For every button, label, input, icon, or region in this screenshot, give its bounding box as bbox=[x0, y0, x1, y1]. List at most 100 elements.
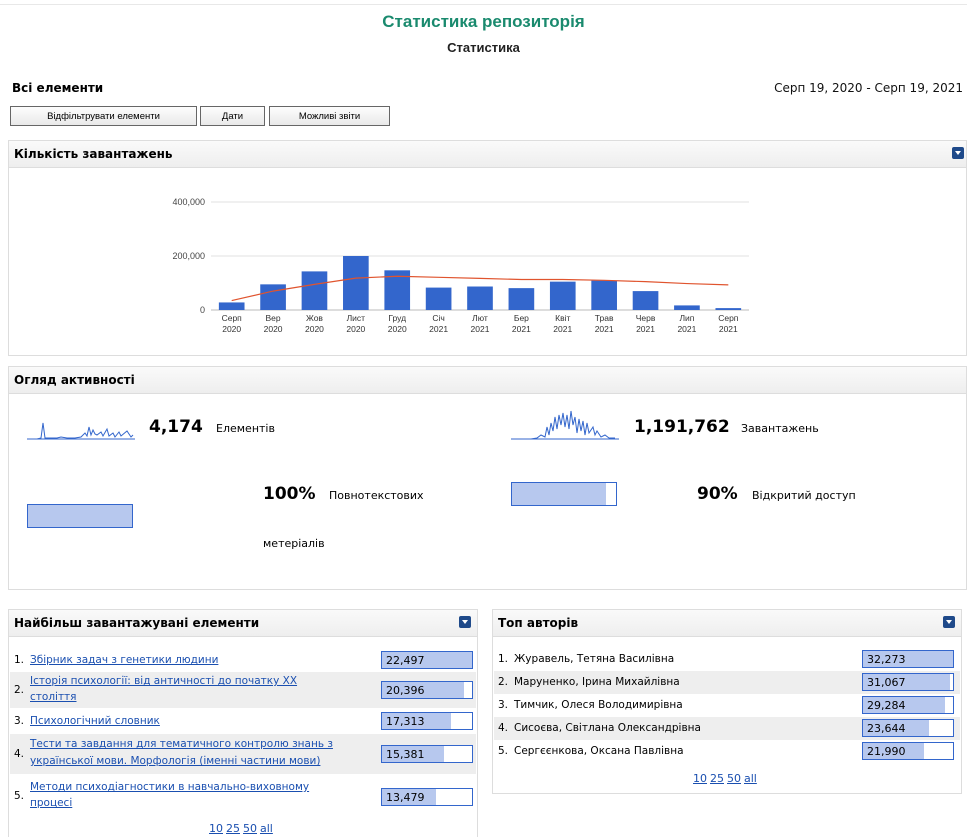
count-bar: 13,479 bbox=[381, 788, 473, 806]
downloads-label: Завантажень bbox=[741, 422, 819, 435]
downloads-panel-title: Кількість завантажень bbox=[14, 147, 173, 161]
downloads-panel: Кількість завантажень 0 200,000 400,000 Сер… bbox=[8, 140, 967, 356]
fulltext-label-cont: метеріалів bbox=[263, 537, 325, 550]
fulltext-progress-fill bbox=[28, 505, 132, 527]
count-bar: 21,990 bbox=[862, 742, 954, 760]
bar bbox=[218, 302, 245, 310]
open-access-label: Відкритий доступ bbox=[752, 489, 856, 502]
collapse-icon[interactable] bbox=[943, 616, 955, 628]
item-link[interactable]: Історія психології: від античності до по… bbox=[30, 675, 297, 687]
list-item: 4. Сисоєва, Світлана Олександрівна 23,64… bbox=[494, 717, 960, 740]
list-item: 2. Історія психології: від античності до… bbox=[10, 672, 476, 708]
open-access-progress-bar bbox=[511, 482, 617, 506]
count-value: 23,644 bbox=[867, 722, 906, 735]
page-title: Статистика репозиторія bbox=[382, 12, 585, 31]
x-tick-label-year: 2021 bbox=[677, 324, 696, 334]
pagination: 10 25 50 all bbox=[693, 772, 760, 785]
activity-panel-header: Огляд активності bbox=[9, 367, 966, 394]
rank: 3. bbox=[14, 715, 25, 727]
date-range: Серп 19, 2020 - Серп 19, 2021 bbox=[774, 81, 963, 95]
x-tick-label: Серп bbox=[222, 313, 243, 323]
reports-button[interactable]: Можливі звіти bbox=[269, 106, 390, 126]
x-tick-label-year: 2020 bbox=[388, 324, 407, 334]
x-tick-label: Бер bbox=[514, 313, 529, 323]
item-link[interactable]: Тести та завдання для тематичного контро… bbox=[30, 738, 333, 750]
page-size-all[interactable]: all bbox=[744, 772, 757, 785]
rank: 5. bbox=[498, 745, 509, 757]
bar bbox=[301, 271, 328, 310]
list-item: 2. Маруненко, Ірина Михайлівна 31,067 bbox=[494, 671, 960, 694]
x-tick-label: Лип bbox=[679, 313, 694, 323]
rank: 1. bbox=[14, 654, 25, 666]
page-size-10[interactable]: 10 bbox=[209, 822, 223, 835]
count-value: 21,990 bbox=[867, 745, 906, 758]
bar bbox=[425, 287, 452, 310]
rank: 5. bbox=[14, 790, 25, 802]
count-bar: 32,273 bbox=[862, 650, 954, 668]
rank: 1. bbox=[498, 653, 509, 665]
list-item: 1. Збірник задач з генетики людини 22,49… bbox=[10, 648, 476, 672]
filter-items-button[interactable]: Відфільтрувати елементи bbox=[10, 106, 197, 126]
y-tick-label: 400,000 bbox=[172, 197, 205, 207]
x-tick-label-year: 2021 bbox=[512, 324, 531, 334]
downloads-sparkline bbox=[511, 410, 619, 440]
fulltext-percent: 100% bbox=[263, 484, 316, 504]
x-tick-label: Лют bbox=[472, 313, 488, 323]
item-link-cont[interactable]: української мови. Морфологія (іменні час… bbox=[30, 755, 320, 767]
collapse-icon[interactable] bbox=[952, 147, 964, 159]
x-tick-label-year: 2021 bbox=[471, 324, 490, 334]
dates-button[interactable]: Дати bbox=[200, 106, 265, 126]
list-item: 1. Журавель, Тетяна Василівна 32,273 bbox=[494, 648, 960, 671]
item-link-cont[interactable]: століття bbox=[30, 691, 77, 703]
rank: 2. bbox=[498, 676, 509, 688]
x-tick-label: Лист bbox=[347, 313, 366, 323]
item-link[interactable]: Методи психодіагностики в навчально-вихо… bbox=[30, 781, 309, 793]
x-tick-label: Вер bbox=[266, 313, 281, 323]
x-tick-label: Квіт bbox=[555, 313, 570, 323]
bar bbox=[549, 281, 576, 310]
x-tick-label-year: 2021 bbox=[429, 324, 448, 334]
all-items-heading: Всі елементи bbox=[12, 81, 104, 95]
rank: 3. bbox=[498, 699, 509, 711]
x-tick-label-year: 2021 bbox=[553, 324, 572, 334]
item-link[interactable]: Збірник задач з генетики людини bbox=[30, 654, 218, 666]
page-size-50[interactable]: 50 bbox=[243, 822, 257, 835]
author-name: Журавель, Тетяна Василівна bbox=[514, 653, 675, 665]
author-name: Тимчик, Олеся Володимирівна bbox=[514, 699, 683, 711]
item-link[interactable]: Психологічний словник bbox=[30, 715, 160, 727]
items-count: 4,174 bbox=[149, 417, 203, 437]
count-value: 20,396 bbox=[386, 684, 425, 697]
top-divider bbox=[0, 4, 967, 5]
bar bbox=[674, 305, 700, 310]
open-access-progress-fill bbox=[512, 483, 606, 505]
downloads-panel-header: Кількість завантажень bbox=[9, 141, 966, 168]
item-link-cont[interactable]: процесі bbox=[30, 797, 72, 809]
bar bbox=[632, 291, 659, 310]
fulltext-label: Повнотекстових bbox=[329, 489, 424, 502]
count-bar: 29,284 bbox=[862, 696, 954, 714]
page-size-10[interactable]: 10 bbox=[693, 772, 707, 785]
count-value: 31,067 bbox=[867, 676, 906, 689]
top-authors-panel-header: Топ авторів bbox=[493, 610, 961, 637]
list-item: 4. Тести та завдання для тематичного кон… bbox=[10, 734, 476, 774]
page-size-25[interactable]: 25 bbox=[226, 822, 240, 835]
x-tick-label: Трав bbox=[595, 313, 614, 323]
page-size-all[interactable]: all bbox=[260, 822, 273, 835]
count-value: 17,313 bbox=[386, 715, 425, 728]
downloads-count: 1,191,762 bbox=[634, 417, 730, 437]
author-name: Сисоєва, Світлана Олександрівна bbox=[514, 722, 701, 734]
page-size-25[interactable]: 25 bbox=[710, 772, 724, 785]
open-access-percent: 90% bbox=[697, 484, 738, 504]
count-bar: 31,067 bbox=[862, 673, 954, 691]
x-tick-label-year: 2021 bbox=[595, 324, 614, 334]
count-bar: 22,497 bbox=[381, 651, 473, 669]
top-authors-panel-title: Топ авторів bbox=[498, 616, 579, 630]
x-tick-label-year: 2020 bbox=[305, 324, 324, 334]
x-tick-label-year: 2020 bbox=[346, 324, 365, 334]
x-tick-label-year: 2021 bbox=[636, 324, 655, 334]
activity-panel-title: Огляд активності bbox=[14, 373, 135, 387]
collapse-icon[interactable] bbox=[459, 616, 471, 628]
list-item: 5. Методи психодіагностики в навчально-в… bbox=[10, 776, 476, 816]
fulltext-progress-bar bbox=[27, 504, 133, 528]
page-size-50[interactable]: 50 bbox=[727, 772, 741, 785]
